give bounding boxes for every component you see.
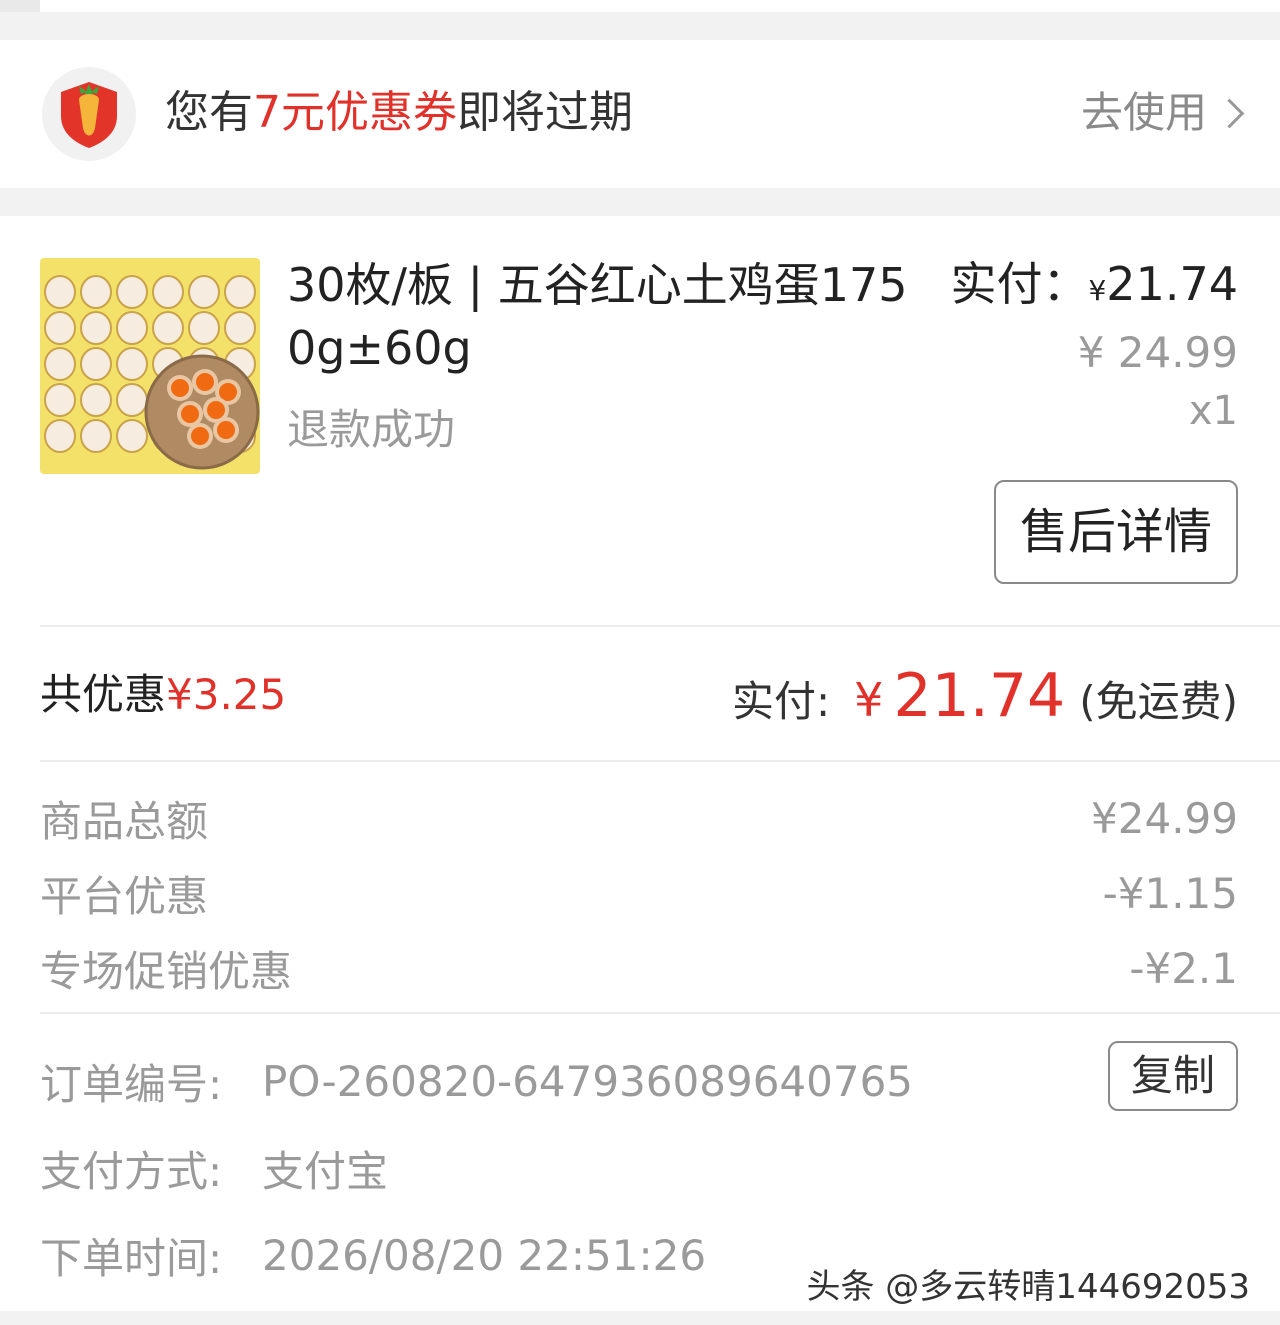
order-number-value: PO-260820-647936089640765 xyxy=(262,1057,914,1106)
divider xyxy=(40,625,1280,627)
divider xyxy=(40,1012,1280,1014)
divider xyxy=(40,760,1280,762)
item-price-column: 实付：¥21.74 ¥ 24.99 x1 xyxy=(950,254,1238,439)
total-discount-label: 共优惠 xyxy=(40,670,167,719)
order-time-value: 2026/08/20 22:51:26 xyxy=(262,1231,707,1280)
total-paid-currency: ¥ xyxy=(854,673,884,727)
product-image[interactable] xyxy=(40,258,260,474)
fee-row: 平台优惠 -¥1.15 xyxy=(40,856,1238,931)
total-discount-amount: ¥3.25 xyxy=(166,670,287,719)
payment-method-row: 支付方式: 支付宝 xyxy=(40,1125,1238,1212)
top-strip xyxy=(0,0,1280,12)
item-quantity: x1 xyxy=(1188,388,1238,434)
fee-label: 商品总额 xyxy=(40,797,209,846)
copy-order-number-button[interactable]: 复制 xyxy=(1108,1041,1238,1111)
fee-breakdown: 商品总额 ¥24.99 平台优惠 -¥1.15 专场促销优惠 -¥2.1 xyxy=(40,781,1238,1006)
refund-status: 退款成功 xyxy=(287,405,456,454)
total-paid-amount: 21.74 xyxy=(893,661,1066,731)
order-card: 30枚/板 | 五谷红心土鸡蛋1750g±60g 退款成功 实付：¥21.74 … xyxy=(0,216,1280,1311)
total-discount: 共优惠¥3.25 xyxy=(40,665,286,725)
product-title[interactable]: 30枚/板 | 五谷红心土鸡蛋1750g±60g xyxy=(287,254,917,380)
order-number-label: 订单编号: xyxy=(40,1060,223,1109)
fee-value: ¥24.99 xyxy=(1091,794,1238,843)
coupon-banner[interactable]: 您有7元优惠券即将过期 去使用 xyxy=(0,40,1280,188)
order-summary: 共优惠¥3.25 实付: ¥ 21.74 (免运费) xyxy=(40,661,1238,731)
item-paid-label: 实付： xyxy=(950,257,1089,311)
item-paid-price: 实付：¥21.74 xyxy=(950,254,1238,321)
fee-label: 专场促销优惠 xyxy=(40,947,293,996)
watermark: 头条 @多云转晴144692053 xyxy=(806,1267,1251,1307)
go-use-label: 去使用 xyxy=(1080,88,1207,137)
payment-method-label: 支付方式: xyxy=(40,1147,223,1196)
fee-row: 专场促销优惠 -¥2.1 xyxy=(40,931,1238,1006)
fee-value: -¥2.1 xyxy=(1129,944,1238,993)
coupon-text-prefix: 您有 xyxy=(165,87,253,138)
chevron-right-icon xyxy=(1214,98,1245,128)
item-original-price: ¥ 24.99 xyxy=(1077,328,1238,377)
order-time-label: 下单时间: xyxy=(40,1234,223,1283)
coupon-expiry-notice: 您有7元优惠券即将过期 xyxy=(165,83,633,143)
go-use-link[interactable]: 去使用 xyxy=(1080,83,1245,143)
item-paid-currency: ¥ xyxy=(1088,274,1107,307)
total-paid: 实付: ¥ 21.74 (免运费) xyxy=(732,661,1238,731)
coupon-amount: 7元优惠券 xyxy=(253,87,457,138)
payment-method-value: 支付宝 xyxy=(262,1147,389,1196)
carrot-shield-icon xyxy=(42,67,136,161)
fee-label: 平台优惠 xyxy=(40,872,209,921)
order-number-row: 订单编号: PO-260820-647936089640765 复制 xyxy=(40,1038,1238,1125)
coupon-text-suffix: 即将过期 xyxy=(457,87,633,138)
fee-value: -¥1.15 xyxy=(1102,869,1238,918)
fee-row: 商品总额 ¥24.99 xyxy=(40,781,1238,856)
item-paid-amount: 21.74 xyxy=(1106,257,1238,311)
total-paid-label: 实付: xyxy=(732,677,831,726)
after-sale-details-button[interactable]: 售后详情 xyxy=(994,480,1238,584)
shipping-note: (免运费) xyxy=(1079,677,1238,726)
